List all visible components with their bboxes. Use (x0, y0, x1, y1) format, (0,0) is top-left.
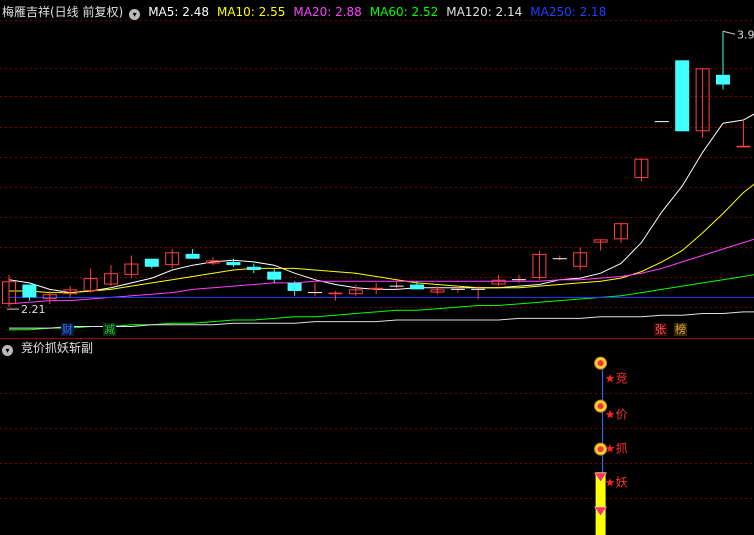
candle (144, 258, 159, 269)
max-pointer (722, 30, 736, 35)
candle-body-down (287, 282, 302, 291)
ma20-label: MA20: 2.88 (293, 5, 362, 19)
candle (675, 60, 690, 132)
candle-body-up (369, 287, 384, 290)
coin-center-icon (597, 446, 604, 453)
candle (348, 284, 363, 296)
candle (593, 239, 608, 251)
candle (389, 281, 404, 290)
candle (226, 258, 241, 267)
candle-body-down (144, 258, 159, 267)
candle (206, 257, 220, 266)
ma250-label: MA250: 2.18 (530, 5, 607, 19)
signal-star-icon: ★ (605, 371, 616, 385)
signal-indicator: ★ 竞★ 价★ 抓★ 妖 (594, 356, 628, 535)
sub-header: ▾ 竞价抓妖斩副 (2, 339, 99, 357)
signal-label: 价 (616, 407, 628, 421)
candle (532, 250, 547, 280)
candle (552, 255, 567, 261)
candle (328, 290, 343, 301)
candle (634, 158, 649, 182)
signal-star-icon: ★ (605, 475, 616, 489)
badge-limit-up[interactable]: 张 (654, 323, 667, 336)
candle (246, 263, 261, 274)
badge-rank[interactable]: 榜 (674, 323, 687, 336)
candle (22, 284, 37, 301)
candle-body-up (328, 292, 343, 295)
candle (736, 120, 751, 148)
settings-circle-icon[interactable]: ▾ (129, 9, 141, 20)
candle-body-down (267, 271, 282, 280)
badge-reduce[interactable]: 减 (103, 323, 116, 336)
min-price-label: 2.21 (21, 303, 46, 316)
candle-body-down (675, 60, 690, 132)
grid-lines (0, 20, 754, 499)
candle-body-down (410, 284, 424, 290)
ma5-line (8, 113, 754, 294)
chart-canvas: 3.912.21 ★竞★价★抓★妖 (0, 20, 754, 535)
candle-body-down (246, 266, 261, 270)
candle-body-up (736, 145, 751, 148)
stock-title: 梅雁吉祥(日线 前复权) (2, 5, 124, 19)
main-header: 梅雁吉祥(日线 前复权) ▾ MA5: 2.48 MA10: 2.55 MA20: 2.… (2, 3, 614, 21)
candle (308, 282, 322, 296)
signal-star-icon: ★ (605, 441, 616, 455)
candle (287, 281, 302, 296)
max-price-label: 3.91 (737, 28, 754, 41)
ma5-label: MA5: 2.48 (148, 5, 209, 19)
sub-settings-circle-icon[interactable]: ▾ (2, 345, 13, 356)
candle (104, 265, 118, 287)
candle (124, 255, 139, 279)
candle (695, 68, 710, 138)
candle (450, 286, 465, 293)
ma10-label: MA10: 2.55 (216, 5, 286, 19)
signal-label: 妖 (616, 475, 628, 489)
signal-label: 竞 (616, 371, 628, 385)
ma60-label: MA60: 2.52 (369, 5, 439, 19)
candle (369, 282, 384, 295)
candle (614, 223, 628, 243)
sub-title: 竞价抓妖斩副 (21, 341, 94, 355)
candle (491, 274, 506, 287)
coin-center-icon (597, 403, 604, 410)
candle (716, 31, 730, 90)
candle-body-down (22, 284, 37, 298)
candle (573, 247, 588, 270)
ma120-label: MA120: 2.14 (446, 5, 523, 19)
candle (165, 249, 180, 269)
badge-finance[interactable]: 财 (61, 323, 74, 336)
candle (185, 249, 200, 259)
candle-body-down (226, 261, 241, 266)
candle-body-down (185, 253, 200, 259)
candlestick-series (2, 31, 751, 308)
moving-average-lines (8, 113, 754, 331)
signal-label: 抓 (616, 441, 628, 455)
candle (267, 268, 282, 283)
candle-body-down (716, 74, 730, 85)
ma10-line (9, 183, 754, 294)
candle (83, 268, 98, 293)
coin-center-icon (597, 360, 604, 367)
signal-star-icon: ★ (605, 407, 616, 421)
